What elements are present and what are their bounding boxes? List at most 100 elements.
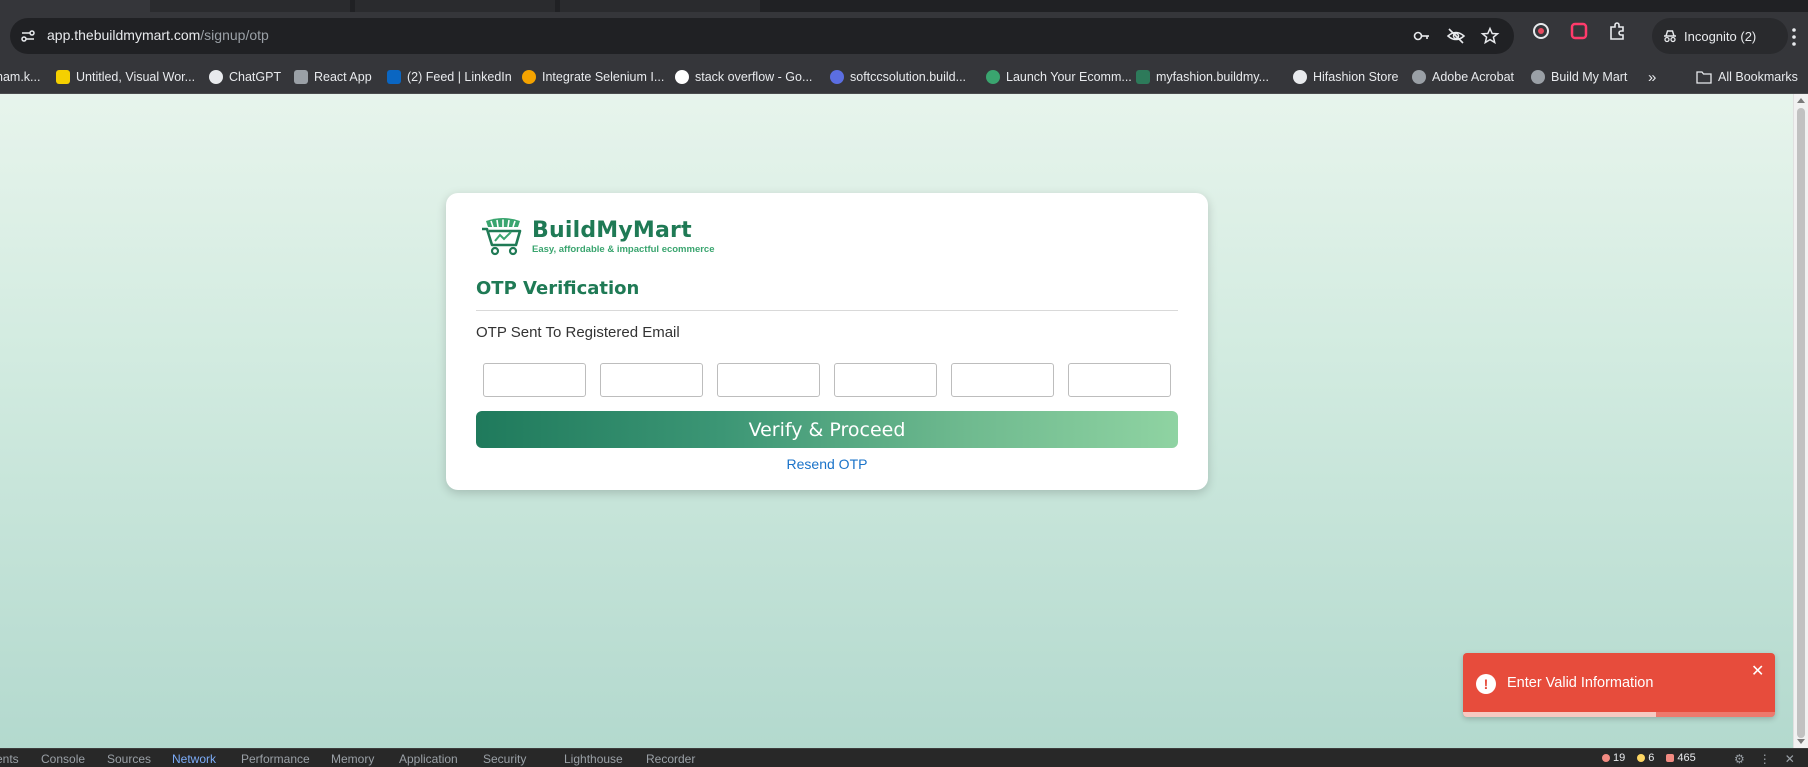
devtools-tab-elements[interactable]: ents — [0, 752, 19, 766]
devtools-tab-console[interactable]: Console — [41, 752, 85, 766]
devtools-tab-sources[interactable]: Sources — [107, 752, 151, 766]
issue-count-value: 465 — [1677, 752, 1696, 764]
tab-strip — [0, 0, 1808, 12]
title-divider — [476, 310, 1178, 311]
devtools-tab-application[interactable]: Application — [399, 752, 458, 766]
issue-icon — [1666, 754, 1675, 762]
url-text[interactable]: app.thebuildmymart.com/signup/otp — [47, 27, 269, 43]
bookmark-item[interactable]: ChatGPT — [209, 60, 281, 94]
browser-tab[interactable] — [0, 0, 150, 12]
bookmark-item[interactable]: Build My Mart — [1531, 60, 1627, 94]
warning-count: 6 — [1637, 752, 1654, 764]
scroll-up-icon[interactable] — [1797, 98, 1805, 103]
devtools-status-counts[interactable]: 19 6 465 — [1602, 752, 1696, 764]
star-icon[interactable] — [1480, 26, 1500, 46]
close-icon[interactable]: ✕ — [1751, 664, 1764, 680]
page-viewport: BuildMyMart Easy, affordable & impactful… — [0, 94, 1808, 748]
bookmark-item[interactable]: Untitled, Visual Wor... — [56, 60, 195, 94]
bookmark-label: Integrate Selenium I... — [542, 70, 665, 84]
warning-icon — [1637, 754, 1646, 762]
browser-tab[interactable] — [150, 0, 350, 12]
more-bookmarks-button[interactable]: » — [1648, 60, 1656, 94]
toast-message: Enter Valid Information — [1507, 675, 1654, 691]
error-icon — [1602, 754, 1610, 762]
puzzle-extensions-icon[interactable] — [1604, 18, 1630, 44]
otp-input-row — [483, 363, 1171, 397]
bookmark-favicon-icon — [1293, 70, 1307, 84]
toast-progress-bar — [1463, 712, 1657, 717]
error-count-value: 19 — [1613, 752, 1626, 764]
close-devtools-icon[interactable]: ✕ — [1785, 752, 1795, 766]
page-scrollbar[interactable] — [1793, 94, 1808, 748]
error-count: 19 — [1602, 752, 1625, 764]
bookmark-favicon-icon — [209, 70, 223, 84]
otp-digit-input-2[interactable] — [600, 363, 703, 397]
issue-count: 465 — [1666, 752, 1696, 764]
all-bookmarks-button[interactable]: All Bookmarks — [1696, 60, 1798, 94]
bookmark-item[interactable]: React App — [294, 60, 372, 94]
devtools-tabbar: ents Console Sources Network Performance… — [0, 748, 1808, 767]
bookmark-favicon-icon — [1531, 70, 1545, 84]
otp-digit-input-5[interactable] — [951, 363, 1054, 397]
devtools-tab-lighthouse[interactable]: Lighthouse — [564, 752, 623, 766]
bookmark-label: React App — [314, 70, 372, 84]
bookmark-item[interactable]: Integrate Selenium I... — [522, 60, 664, 94]
bookmark-favicon-icon — [56, 70, 70, 84]
url-path: /signup/otp — [200, 27, 269, 43]
otp-digit-input-4[interactable] — [834, 363, 937, 397]
bookmark-item[interactable]: nam.k... — [0, 60, 40, 94]
bookmark-favicon-icon — [522, 70, 536, 84]
bookmark-favicon-icon — [387, 70, 401, 84]
bookmark-label: stack overflow - Go... — [695, 70, 813, 84]
incognito-label: Incognito (2) — [1684, 28, 1757, 44]
bookmark-label: Build My Mart — [1551, 70, 1628, 84]
brand-tagline: Easy, affordable & impactful ecommerce — [532, 244, 715, 255]
bookmark-favicon-icon — [830, 70, 844, 84]
bookmark-label: myfashion.buildmy... — [1156, 70, 1270, 84]
bookmark-label: Hifashion Store — [1313, 70, 1399, 84]
scrollbar-thumb[interactable] — [1797, 108, 1805, 738]
gear-icon[interactable]: ⚙ — [1734, 752, 1745, 766]
folder-icon — [1696, 71, 1712, 84]
browser-tab[interactable] — [355, 0, 555, 12]
bookmark-item[interactable]: (2) Feed | LinkedIn — [387, 60, 512, 94]
brand-logo[interactable]: BuildMyMart Easy, affordable & impactful… — [480, 217, 715, 257]
resend-otp-label[interactable]: Resend OTP — [787, 456, 868, 472]
bookmark-label: softccsolution.build... — [850, 70, 967, 84]
devtools-tab-memory[interactable]: Memory — [331, 752, 374, 766]
otp-instruction: OTP Sent To Registered Email — [476, 324, 680, 341]
bookmark-item[interactable]: stack overflow - Go... — [675, 60, 812, 94]
devtools-tab-performance[interactable]: Performance — [241, 752, 310, 766]
key-icon[interactable] — [1412, 26, 1432, 46]
browser-tab[interactable] — [560, 0, 760, 12]
more-menu-icon[interactable] — [1786, 26, 1802, 48]
devtools-tab-security[interactable]: Security — [483, 752, 526, 766]
browser-toolbar: app.thebuildmymart.com/signup/otp Incogn… — [0, 12, 1808, 60]
scroll-down-icon[interactable] — [1797, 739, 1805, 744]
error-toast: ! Enter Valid Information ✕ — [1463, 653, 1775, 717]
otp-digit-input-6[interactable] — [1068, 363, 1171, 397]
site-settings-icon[interactable] — [19, 27, 37, 45]
resend-otp-link: Resend OTP — [446, 456, 1208, 472]
eye-off-icon[interactable] — [1446, 26, 1466, 46]
bookmark-favicon-icon — [1412, 70, 1426, 84]
recording-extension-icon[interactable] — [1566, 18, 1592, 44]
bookmark-favicon-icon — [1136, 70, 1150, 84]
bookmark-item[interactable]: Launch Your Ecomm... — [986, 60, 1132, 94]
otp-digit-input-1[interactable] — [483, 363, 586, 397]
devtools-tab-network[interactable]: Network — [172, 752, 216, 766]
bookmark-item[interactable]: softccsolution.build... — [830, 60, 966, 94]
bookmark-label: Adobe Acrobat — [1432, 70, 1515, 84]
incognito-badge[interactable]: Incognito (2) — [1652, 18, 1788, 54]
bookmark-item[interactable]: myfashion.buildmy... — [1136, 60, 1269, 94]
more-options-icon[interactable]: ⋮ — [1759, 752, 1771, 766]
devtools-tab-recorder[interactable]: Recorder — [646, 752, 695, 766]
address-bar[interactable]: app.thebuildmymart.com/signup/otp — [10, 18, 1514, 54]
bookmark-item[interactable]: Hifashion Store — [1293, 60, 1398, 94]
bookmark-item[interactable]: Adobe Acrobat — [1412, 60, 1514, 94]
bookmark-label: (2) Feed | LinkedIn — [407, 70, 512, 84]
otp-digit-input-3[interactable] — [717, 363, 820, 397]
verify-proceed-button[interactable]: Verify & Proceed — [476, 411, 1178, 448]
bookmark-label: Launch Your Ecomm... — [1006, 70, 1132, 84]
extension-icon[interactable] — [1528, 18, 1554, 44]
